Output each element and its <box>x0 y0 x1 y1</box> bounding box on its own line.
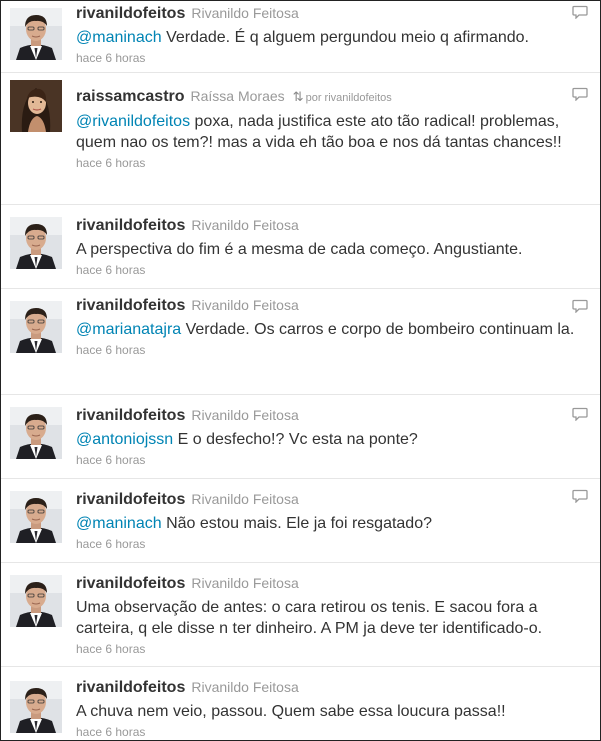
screen-name[interactable]: rivanildofeitos <box>76 5 185 22</box>
full-name: Rivanildo Feitosa <box>191 679 299 695</box>
tweet-text: @antoniojssn E o desfecho!? Vc esta na p… <box>76 429 564 450</box>
tweet-timestamp[interactable]: hace 6 horas <box>76 156 564 170</box>
man-avatar-image <box>10 681 62 733</box>
tweet-text: @maninach Verdade. É q alguem pergundou … <box>76 27 564 48</box>
tweet-content: rivanildofeitos Rivanildo Feitosa @marian… <box>76 295 580 357</box>
timeline: rivanildofeitos Rivanildo Feitosa @manina… <box>0 0 601 741</box>
tweet-header: rivanildofeitos Rivanildo Feitosa <box>76 489 564 510</box>
full-name: Rivanildo Feitosa <box>191 217 299 233</box>
tweet-content: raissamcastro Raíssa Moraes ⇅ por rivanildo… <box>76 86 564 170</box>
avatar[interactable] <box>10 8 62 60</box>
tweet-text-body: Verdade. Os carros e corpo de bombeiro c… <box>181 321 575 338</box>
tweet-header: rivanildofeitos Rivanildo Feitosa <box>76 573 580 594</box>
reply-arrow-glyph <box>572 489 588 504</box>
tweet-item: rivanildofeitos Rivanildo Feitosa @manina… <box>1 479 600 563</box>
man-avatar-image <box>10 491 62 543</box>
tweet-header: rivanildofeitos Rivanildo Feitosa <box>76 3 564 24</box>
mention-link[interactable]: @antoniojssn <box>76 431 173 448</box>
tweet-item: rivanildofeitos Rivanildo Feitosa @manina… <box>1 1 600 73</box>
avatar[interactable] <box>10 681 62 733</box>
full-name: Rivanildo Feitosa <box>191 5 299 21</box>
tweet-item: rivanildofeitos Rivanildo Feitosa @marian… <box>1 289 600 395</box>
tweet-text: @maninach Não estou mais. Ele ja foi res… <box>76 513 564 534</box>
reply-arrow-glyph <box>572 87 588 102</box>
reply-arrow-glyph <box>572 299 588 314</box>
full-name: Rivanildo Feitosa <box>191 407 299 423</box>
tweet-timestamp[interactable]: hace 6 horas <box>76 725 564 739</box>
tweet-text-body: E o desfecho!? Vc esta na ponte? <box>173 431 418 448</box>
tweet-item: rivanildofeitos Rivanildo Feitosa Uma obs… <box>1 563 600 667</box>
tweet-content: rivanildofeitos Rivanildo Feitosa @manina… <box>76 3 564 65</box>
reply-icon[interactable] <box>572 489 588 504</box>
tweet-text-body: Verdade. É q alguem pergundou meio q afi… <box>161 29 529 46</box>
tweet-header: rivanildofeitos Rivanildo Feitosa <box>76 677 564 698</box>
tweet-text: @marianatajra Verdade. Os carros e corpo… <box>76 319 580 340</box>
mention-link[interactable]: @maninach <box>76 29 162 46</box>
screen-name[interactable]: raissamcastro <box>76 88 185 105</box>
full-name: Raíssa Moraes <box>190 88 285 104</box>
screen-name[interactable]: rivanildofeitos <box>76 491 185 508</box>
tweet-text: A perspectiva do fim é a mesma de cada c… <box>76 239 564 260</box>
avatar[interactable] <box>10 491 62 543</box>
avatar[interactable] <box>10 407 62 459</box>
full-name: Rivanildo Feitosa <box>191 297 299 313</box>
tweet-text-body: Não estou mais. Ele ja foi resgatado? <box>161 515 432 532</box>
tweet-header: rivanildofeitos Rivanildo Feitosa <box>76 405 564 426</box>
screen-name[interactable]: rivanildofeitos <box>76 679 185 696</box>
screen-name[interactable]: rivanildofeitos <box>76 575 185 592</box>
mention-link[interactable]: @maninach <box>76 515 162 532</box>
retweet-info: ⇅ por rivanildofeitos <box>292 89 392 104</box>
avatar[interactable] <box>10 301 62 353</box>
reply-arrow-glyph <box>572 407 588 422</box>
tweet-timestamp[interactable]: hace 6 horas <box>76 51 564 65</box>
tweet-item: raissamcastro Raíssa Moraes ⇅ por rivanildo… <box>1 73 600 205</box>
tweet-content: rivanildofeitos Rivanildo Feitosa @antoni… <box>76 405 564 467</box>
mention-link[interactable]: @marianatajra <box>76 321 181 338</box>
mention-link[interactable]: @rivanildofeitos <box>76 113 190 130</box>
woman-avatar-image <box>10 80 62 132</box>
tweet-content: rivanildofeitos Rivanildo Feitosa @manina… <box>76 489 564 551</box>
tweet-header: rivanildofeitos Rivanildo Feitosa <box>76 215 564 236</box>
man-avatar-image <box>10 575 62 627</box>
tweet-content: rivanildofeitos Rivanildo Feitosa Uma obs… <box>76 573 580 656</box>
full-name: Rivanildo Feitosa <box>191 575 299 591</box>
retweet-by-label[interactable]: por rivanildofeitos <box>306 92 392 104</box>
screen-name[interactable]: rivanildofeitos <box>76 217 185 234</box>
tweet-timestamp[interactable]: hace 6 horas <box>76 642 580 656</box>
screen-name[interactable]: rivanildofeitos <box>76 297 185 314</box>
tweet-content: rivanildofeitos Rivanildo Feitosa A chuva… <box>76 677 564 739</box>
tweet-text: A chuva nem veio, passou. Quem sabe essa… <box>76 701 564 722</box>
tweet-text: Uma observação de antes: o cara retirou … <box>76 597 580 639</box>
man-avatar-image <box>10 407 62 459</box>
retweet-icon: ⇅ <box>292 89 304 104</box>
tweet-text: @rivanildofeitos poxa, nada justifica es… <box>76 111 564 153</box>
tweet-timestamp[interactable]: hace 6 horas <box>76 453 564 467</box>
tweet-header: rivanildofeitos Rivanildo Feitosa <box>76 295 580 316</box>
tweet-timestamp[interactable]: hace 6 horas <box>76 537 564 551</box>
tweet-content: rivanildofeitos Rivanildo Feitosa A persp… <box>76 215 564 277</box>
full-name: Rivanildo Feitosa <box>191 491 299 507</box>
avatar[interactable] <box>10 217 62 269</box>
man-avatar-image <box>10 301 62 353</box>
man-avatar-image <box>10 217 62 269</box>
tweet-timestamp[interactable]: hace 6 horas <box>76 263 564 277</box>
reply-icon[interactable] <box>572 5 588 20</box>
tweet-text-body: Uma observação de antes: o cara retirou … <box>76 599 543 637</box>
tweet-text-body: A chuva nem veio, passou. Quem sabe essa… <box>76 703 506 720</box>
tweet-header: raissamcastro Raíssa Moraes ⇅ por rivanildo… <box>76 86 564 108</box>
tweet-timestamp[interactable]: hace 6 horas <box>76 343 580 357</box>
tweet-item: rivanildofeitos Rivanildo Feitosa A persp… <box>1 205 600 289</box>
reply-arrow-glyph <box>572 5 588 20</box>
tweet-item: rivanildofeitos Rivanildo Feitosa A chuva… <box>1 667 600 740</box>
avatar[interactable] <box>10 575 62 627</box>
tweet-text-body: A perspectiva do fim é a mesma de cada c… <box>76 241 523 258</box>
tweet-item: rivanildofeitos Rivanildo Feitosa @antoni… <box>1 395 600 479</box>
reply-icon[interactable] <box>572 299 588 314</box>
reply-icon[interactable] <box>572 407 588 422</box>
screen-name[interactable]: rivanildofeitos <box>76 407 185 424</box>
avatar[interactable] <box>10 80 62 132</box>
reply-icon[interactable] <box>572 87 588 102</box>
man-avatar-image <box>10 8 62 60</box>
